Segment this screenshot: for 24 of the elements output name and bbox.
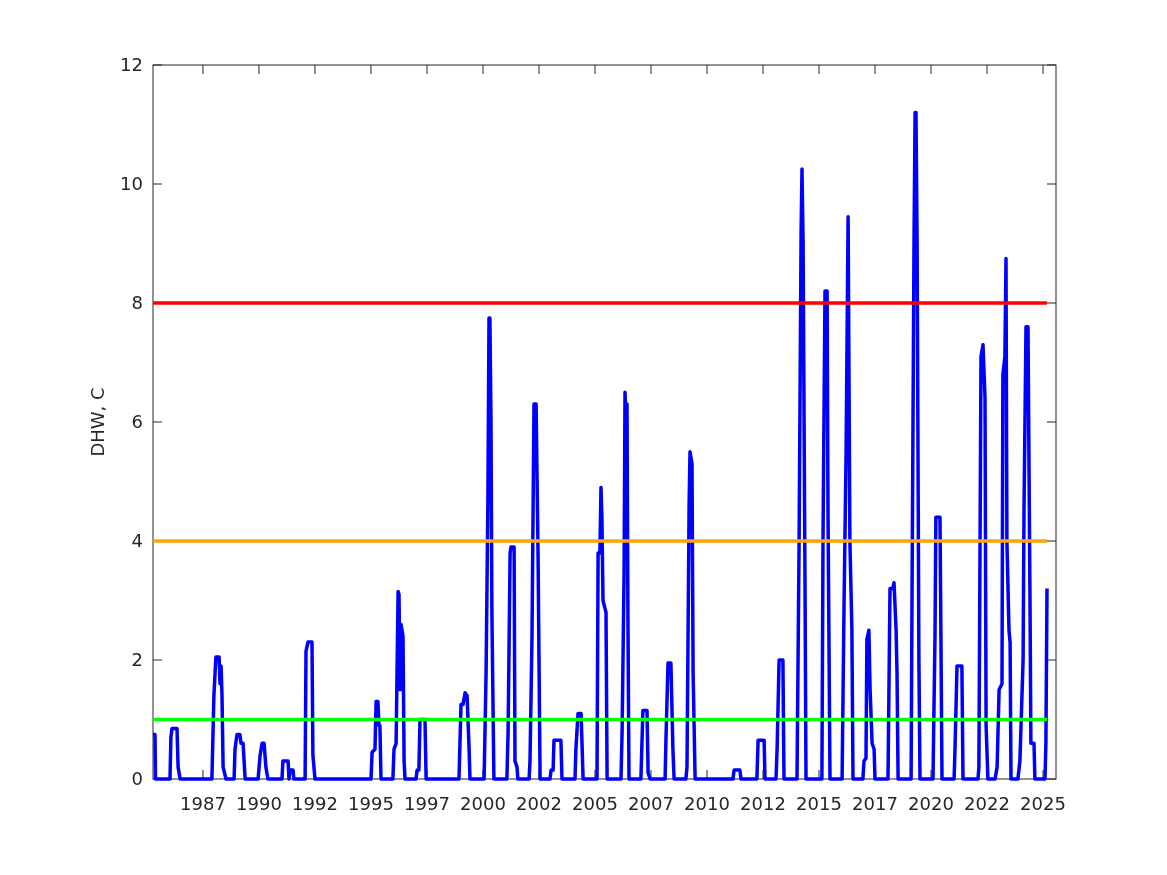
- y-tick-label: 8: [131, 292, 143, 313]
- y-tick-label: 10: [120, 173, 143, 194]
- y-tick-label: 2: [131, 649, 143, 670]
- x-tick-label: 1990: [236, 793, 282, 814]
- y-tick-label: 12: [120, 54, 143, 75]
- x-tick-label: 1997: [404, 793, 450, 814]
- x-tick-label: 2017: [852, 793, 898, 814]
- y-tick-label: 6: [131, 411, 143, 432]
- x-tick-label: 2010: [684, 793, 730, 814]
- x-tick-label: 2020: [908, 793, 954, 814]
- x-tick-label: 1992: [292, 793, 338, 814]
- x-tick-label: 2000: [460, 793, 506, 814]
- x-tick-label: 2007: [628, 793, 674, 814]
- x-tick-label: 2005: [572, 793, 618, 814]
- x-tick-label: 2012: [740, 793, 786, 814]
- y-axis-label: DHW, C: [87, 387, 108, 457]
- y-tick-label: 0: [131, 768, 143, 789]
- y-tick-label: 4: [131, 530, 143, 551]
- x-tick-label: 2025: [1020, 793, 1066, 814]
- x-tick-label: 1987: [180, 793, 226, 814]
- x-tick-label: 1995: [348, 793, 394, 814]
- x-tick-label: 2015: [796, 793, 842, 814]
- x-tick-label: 2022: [964, 793, 1010, 814]
- x-tick-label: 2002: [516, 793, 562, 814]
